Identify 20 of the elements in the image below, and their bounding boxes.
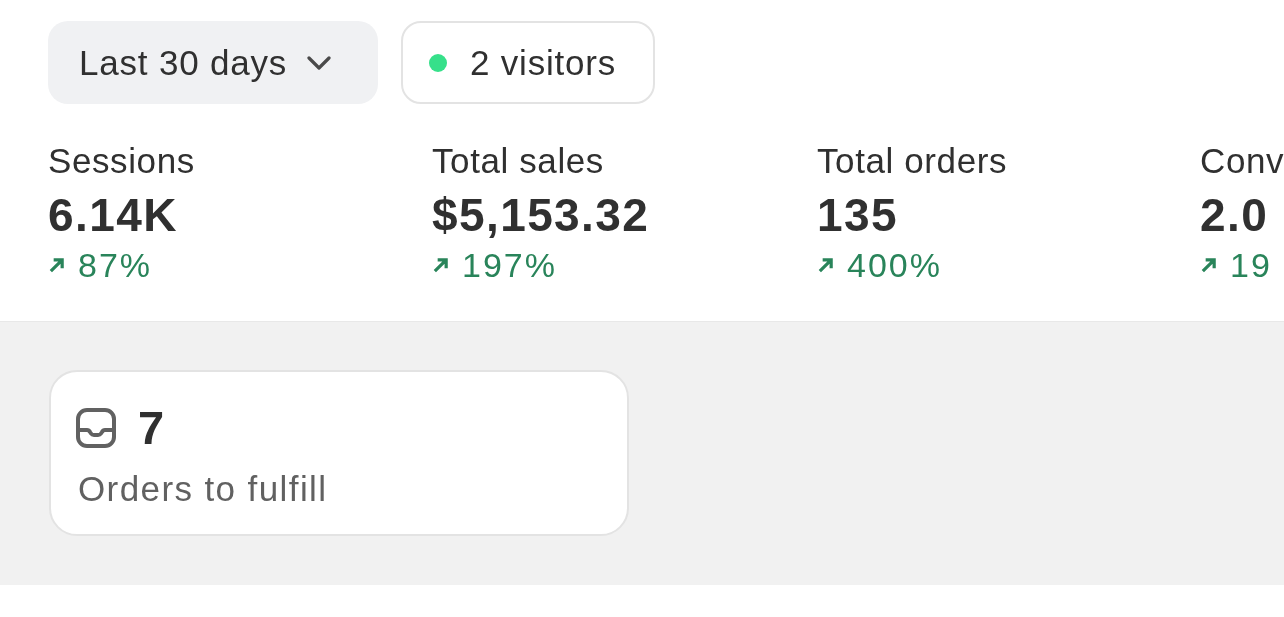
metric-label: Total sales [432, 141, 604, 181]
orders-card[interactable]: 7 Orders to fulfill [49, 370, 629, 536]
metric-value: 2.0 [1200, 190, 1269, 240]
metric-label: Total orders [817, 141, 1008, 181]
orders-label: Orders to fulfill [78, 468, 328, 510]
caret-icon [307, 55, 332, 70]
orders-count: 7 [138, 403, 165, 453]
status-dot-icon [429, 53, 447, 72]
metric-value: 6.14K [48, 190, 178, 240]
inbox-icon [76, 408, 116, 448]
live-visitors-button[interactable]: 2 visitors [401, 21, 655, 104]
metric-change: 197% [462, 245, 557, 285]
metric-change: 400% [847, 245, 942, 285]
metric-value: 135 [817, 190, 898, 240]
metric-change: 87% [78, 245, 153, 285]
metric-change: 19 [1230, 245, 1272, 285]
metric-label: Conv [1200, 141, 1284, 181]
metric-label: Sessions [48, 141, 195, 181]
date-range-button[interactable]: Last 30 days [48, 21, 378, 104]
metric-value: $5,153.32 [432, 190, 650, 240]
